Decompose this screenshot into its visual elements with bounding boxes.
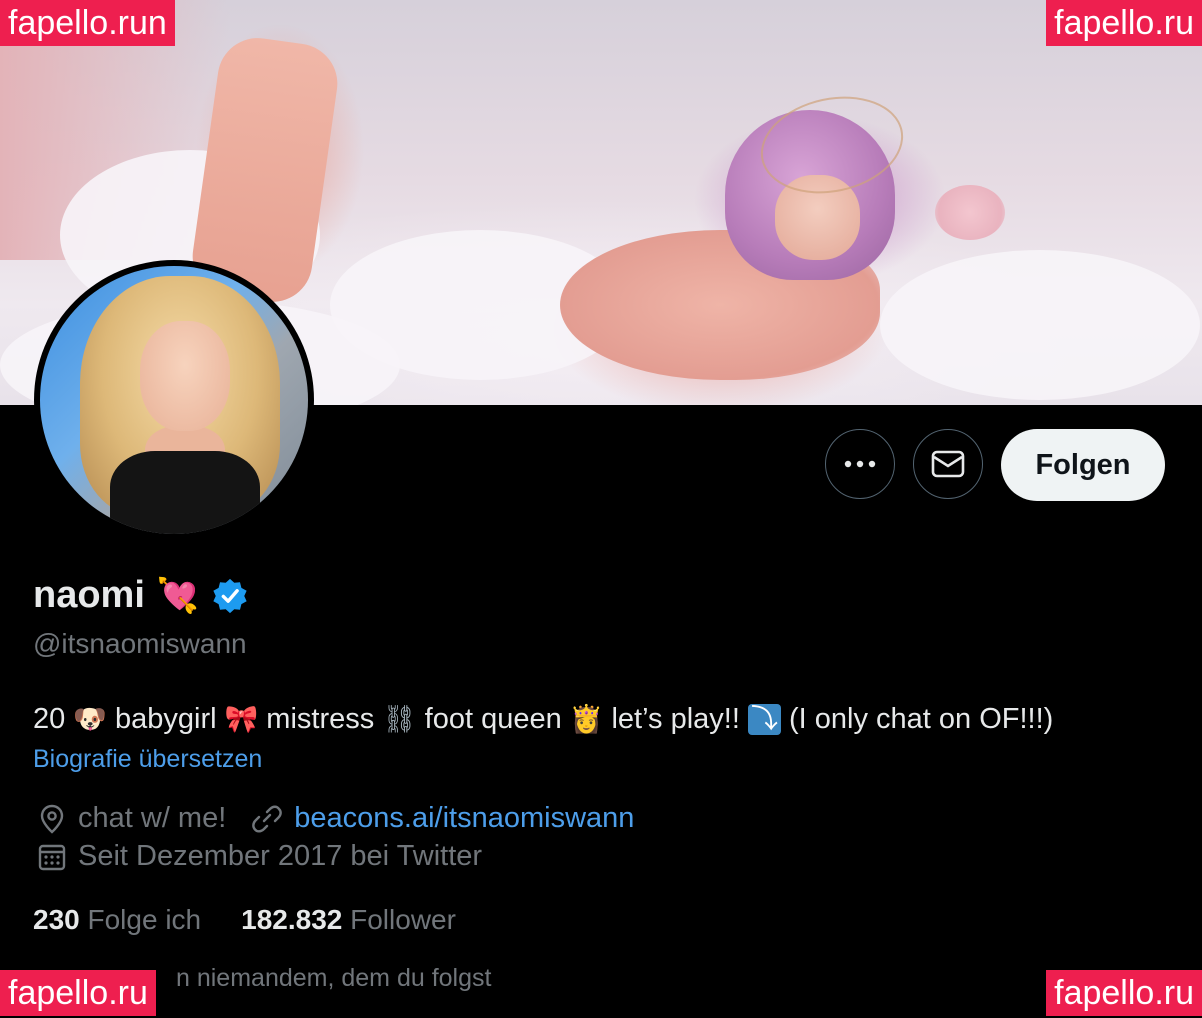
bio-text: foot queen [416, 703, 570, 735]
joined-date: Seit Dezember 2017 bei Twitter [78, 840, 483, 872]
heart-arrow-emoji: 💘 [156, 575, 200, 616]
banner-cloud [880, 250, 1200, 400]
dog-emoji: 🐶 [73, 704, 107, 735]
followed-by-text: n niemandem, dem du folgst [176, 964, 492, 992]
link-icon [252, 805, 283, 833]
location-pin-icon [40, 804, 64, 834]
location-text: chat w/ me! [78, 802, 227, 834]
followers-stat[interactable]: 182.832 Follower [241, 904, 456, 936]
chains-emoji: ⛓ [382, 704, 417, 735]
more-dots-icon [844, 460, 876, 468]
following-stat[interactable]: 230 Folge ich [33, 904, 201, 936]
bio-text: let’s play!! [603, 703, 748, 735]
profile-meta-row: chat w/ me! beacons.ai/itsnaomiswann [36, 802, 634, 835]
calendar-icon [38, 844, 66, 870]
princess-emoji: 👸 [569, 704, 604, 735]
message-button[interactable] [913, 429, 983, 499]
bio-text: 20 [33, 703, 74, 735]
following-label: Folge ich [87, 904, 202, 935]
followers-label: Follower [350, 904, 456, 935]
watermark-bottom-right: fapello.ru [1046, 970, 1202, 1016]
profile-avatar[interactable] [34, 260, 314, 540]
avatar-top [110, 451, 260, 534]
website-link[interactable]: beacons.ai/itsnaomiswann [294, 802, 634, 835]
watermark-bottom-left: fapello.ru [0, 970, 156, 1016]
verified-badge-icon[interactable] [211, 577, 249, 615]
profile-name-row: naomi 💘 [33, 574, 249, 617]
profile-meta-row: Seit Dezember 2017 bei Twitter [36, 840, 482, 873]
watermark-top-left: fapello.run [0, 0, 175, 46]
display-name: naomi [33, 574, 145, 616]
banner-flower [935, 185, 1005, 240]
avatar-face [140, 321, 230, 431]
bio-text: (I only chat on OF!!!) [780, 703, 1054, 735]
avatar-photo [40, 266, 308, 534]
envelope-icon [931, 450, 965, 478]
following-count: 230 [33, 904, 80, 935]
followers-count: 182.832 [241, 904, 343, 935]
arrow-down-emoji: ⤵ [747, 704, 781, 735]
follow-button[interactable]: Folgen [1001, 429, 1165, 501]
translate-bio-link[interactable]: Biografie übersetzen [33, 745, 262, 774]
bio-text: mistress [258, 703, 383, 735]
follow-stats: 230 Folge ich 182.832 Follower [33, 904, 456, 936]
watermark-top-right: fapello.ru [1046, 0, 1202, 46]
bio-text: babygirl [106, 703, 225, 735]
ribbon-emoji: 🎀 [224, 704, 259, 735]
profile-bio: 20 🐶 babygirl 🎀 mistress ⛓ foot queen 👸 … [33, 697, 1053, 736]
more-options-button[interactable] [825, 429, 895, 499]
profile-handle: @itsnaomiswann [33, 628, 247, 659]
